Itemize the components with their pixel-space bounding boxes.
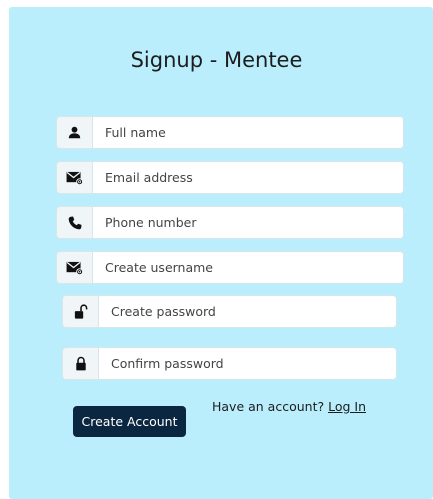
login-prompt: Have an account? Log In bbox=[212, 399, 366, 414]
email-field-group bbox=[56, 161, 404, 194]
have-account-text: Have an account? bbox=[212, 399, 325, 414]
confirm-password-input[interactable] bbox=[98, 347, 397, 380]
phone-input[interactable] bbox=[92, 206, 404, 239]
password-field-group bbox=[62, 295, 397, 328]
full-name-field-group bbox=[56, 116, 404, 149]
username-field-group bbox=[56, 251, 404, 284]
username-input[interactable] bbox=[92, 251, 404, 284]
page-title: Signup - Mentee bbox=[130, 48, 303, 72]
envelope-icon bbox=[56, 251, 92, 284]
password-input[interactable] bbox=[98, 295, 397, 328]
full-name-input[interactable] bbox=[92, 116, 404, 149]
unlock-icon bbox=[62, 295, 98, 328]
user-icon bbox=[56, 116, 92, 149]
confirm-password-field-group bbox=[62, 347, 397, 380]
login-link[interactable]: Log In bbox=[328, 399, 366, 414]
lock-icon bbox=[62, 347, 98, 380]
create-account-button[interactable]: Create Account bbox=[73, 406, 186, 437]
phone-field-group bbox=[56, 206, 404, 239]
email-input[interactable] bbox=[92, 161, 404, 194]
envelope-icon bbox=[56, 161, 92, 194]
phone-icon bbox=[56, 206, 92, 239]
